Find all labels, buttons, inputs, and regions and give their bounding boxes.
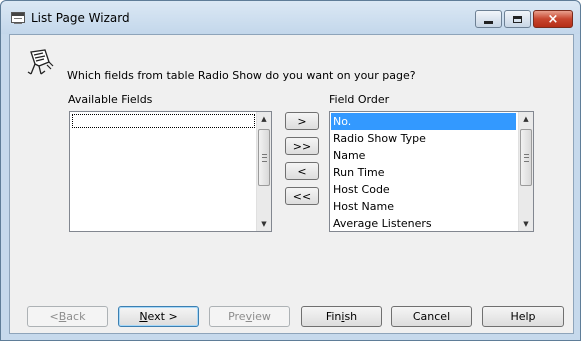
grip-icon [523, 153, 529, 162]
field-order-item[interactable]: Host Code [331, 181, 516, 198]
preview-button[interactable]: Pre v iew [209, 306, 290, 327]
app-icon [11, 12, 25, 24]
add-all-fields-button[interactable]: >> [285, 137, 319, 155]
help-button[interactable]: Help [482, 306, 564, 327]
scroll-down-arrow-icon[interactable]: ▼ [257, 217, 271, 231]
available-fields-label: Available Fields [68, 93, 153, 106]
minimize-icon [484, 20, 493, 24]
window-title: List Page Wizard [31, 11, 130, 25]
maximize-icon [513, 15, 522, 23]
wizard-window: List Page Wizard × Which fields from tab… [0, 0, 581, 341]
field-order-item[interactable]: Name [331, 147, 516, 164]
available-fields-list[interactable]: ▲ ▼ [69, 111, 272, 232]
finish-button[interactable]: Fin i sh [301, 306, 382, 327]
available-fields-scrollbar[interactable]: ▲ ▼ [256, 112, 271, 231]
scroll-up-arrow-icon[interactable]: ▲ [519, 112, 533, 126]
back-button[interactable]: < Back [27, 306, 108, 327]
field-order-list[interactable]: No. Radio Show Type Name Run Time Host C… [329, 111, 534, 232]
wizard-icon [27, 49, 54, 75]
field-order-item[interactable]: Average Listeners [331, 215, 516, 231]
remove-field-button[interactable]: < [285, 162, 319, 180]
field-order-item[interactable]: Host Name [331, 198, 516, 215]
maximize-button[interactable] [504, 10, 531, 28]
add-field-button[interactable]: > [285, 112, 319, 130]
scroll-thumb[interactable] [520, 129, 532, 186]
grip-icon [261, 153, 267, 162]
wizard-body: Which fields from table Radio Show do yo… [9, 34, 574, 334]
field-order-label: Field Order [329, 93, 390, 106]
remove-all-fields-button[interactable]: << [285, 187, 319, 205]
field-order-item[interactable]: Radio Show Type [331, 130, 516, 147]
close-button[interactable]: × [533, 10, 573, 28]
focus-rectangle [72, 114, 255, 128]
next-button[interactable]: Next > [118, 306, 199, 327]
cancel-button[interactable]: Cancel [391, 306, 472, 327]
close-icon: × [547, 11, 559, 27]
scroll-up-arrow-icon[interactable]: ▲ [257, 112, 271, 126]
scroll-down-arrow-icon[interactable]: ▼ [519, 217, 533, 231]
field-order-item[interactable]: Run Time [331, 164, 516, 181]
wizard-question: Which fields from table Radio Show do yo… [67, 69, 416, 82]
field-order-scrollbar[interactable]: ▲ ▼ [518, 112, 533, 231]
field-order-item[interactable]: No. [331, 113, 516, 130]
scroll-thumb[interactable] [258, 129, 270, 186]
title-bar[interactable]: List Page Wizard × [1, 1, 580, 34]
minimize-button[interactable] [475, 10, 502, 28]
